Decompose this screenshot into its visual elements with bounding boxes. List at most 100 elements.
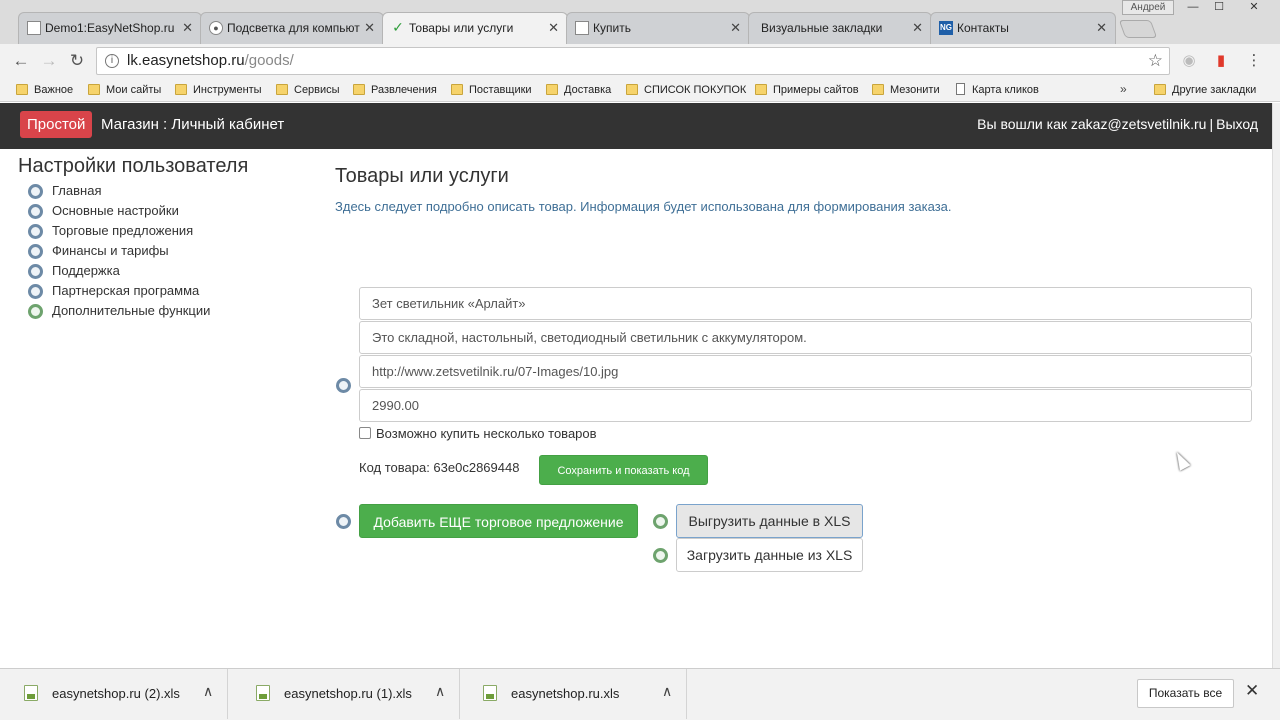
- bookmark-label: Важное: [34, 84, 74, 96]
- download-item[interactable]: easynetshop.ru (1).xls ∧: [232, 669, 460, 719]
- bookmark-label: Мои сайты: [106, 84, 162, 96]
- add-offer-ring-icon[interactable]: [336, 514, 351, 529]
- price-input[interactable]: [359, 389, 1252, 422]
- sidebar-item-basic-settings[interactable]: Основные настройки: [28, 202, 179, 220]
- sidebar-item-support[interactable]: Поддержка: [28, 262, 120, 280]
- bookmark-folder[interactable]: Развлечения: [353, 82, 437, 98]
- export-xls-button[interactable]: Выгрузить данные в XLS: [676, 504, 863, 538]
- bookmark-folder[interactable]: Инструменты: [175, 82, 262, 98]
- download-name: easynetshop.ru (2).xls: [52, 686, 180, 701]
- bookmark-folder[interactable]: Примеры сайтов: [755, 82, 859, 98]
- profile-button[interactable]: Андрей: [1122, 0, 1174, 15]
- extension-icon[interactable]: ◉: [1178, 50, 1200, 72]
- folder-icon: [546, 84, 558, 95]
- star-icon[interactable]: ☆: [1148, 48, 1163, 74]
- chevron-up-icon[interactable]: ∧: [203, 683, 213, 700]
- close-icon[interactable]: ✕: [182, 13, 193, 43]
- bookmarks-bar: Важное Мои сайты Инструменты Сервисы Раз…: [0, 78, 1280, 102]
- tab-visual-bookmarks[interactable]: Визуальные закладки ✕: [748, 12, 932, 44]
- ring-icon: [28, 244, 43, 259]
- folder-icon: [1154, 84, 1166, 95]
- close-icon[interactable]: ✕: [1245, 681, 1259, 701]
- chevron-up-icon[interactable]: ∧: [662, 683, 672, 700]
- tab-kupit[interactable]: Купить ✕: [566, 12, 750, 44]
- bookmark-folder[interactable]: Важное: [16, 82, 73, 98]
- more-bookmarks-icon[interactable]: »: [1120, 82, 1127, 96]
- ring-icon: [28, 184, 43, 199]
- download-name: easynetshop.ru (1).xls: [284, 686, 412, 701]
- forward-icon[interactable]: →: [38, 50, 60, 72]
- tab-goods[interactable]: ✓ Товары или услуги ✕: [382, 12, 568, 44]
- ring-icon: [28, 304, 43, 319]
- sidebar-item-main[interactable]: Главная: [28, 182, 101, 200]
- login-text: Вы вошли как zakaz@zetsvetilnik.ru: [977, 116, 1207, 132]
- ng-icon: NG: [939, 21, 953, 35]
- product-description-input[interactable]: [359, 321, 1252, 354]
- bookmark-label: Доставка: [564, 84, 612, 96]
- bookmark-folder[interactable]: Сервисы: [276, 82, 340, 98]
- page-icon: [27, 21, 41, 35]
- page-scrollbar[interactable]: [1272, 103, 1280, 668]
- minimize-icon[interactable]: —: [1180, 0, 1206, 15]
- multi-buy-checkbox[interactable]: [359, 427, 371, 439]
- bookmark-folder[interactable]: Мои сайты: [88, 82, 161, 98]
- download-item[interactable]: easynetshop.ru.xls ∧: [459, 669, 687, 719]
- maximize-icon[interactable]: ☐: [1206, 0, 1232, 15]
- close-icon[interactable]: ✕: [1096, 13, 1107, 43]
- sidebar-item-label: Главная: [52, 183, 102, 198]
- bookmark-label: Примеры сайтов: [773, 84, 859, 96]
- close-icon[interactable]: ✕: [364, 13, 375, 43]
- bookmark-folder[interactable]: Доставка: [546, 82, 611, 98]
- export-ring-icon[interactable]: [653, 514, 668, 529]
- multi-buy-checkbox-row[interactable]: Возможно купить несколько товаров: [359, 426, 597, 442]
- bookmark-folder[interactable]: Поставщики: [451, 82, 532, 98]
- new-tab-button[interactable]: [1118, 20, 1158, 38]
- other-bookmarks[interactable]: Другие закладки: [1154, 82, 1256, 98]
- info-icon[interactable]: i: [105, 54, 119, 68]
- tab-podsvetka[interactable]: ● Подсветка для компьют ✕: [200, 12, 384, 44]
- bookmark-folder[interactable]: СПИСОК ПОКУПОК: [626, 82, 746, 98]
- show-all-downloads-button[interactable]: Показать все: [1137, 679, 1234, 708]
- close-icon[interactable]: ✕: [912, 13, 923, 43]
- sidebar-item-extra[interactable]: Дополнительные функции: [28, 302, 210, 320]
- download-item[interactable]: easynetshop.ru (2).xls ∧: [0, 669, 228, 719]
- bookmark-folder[interactable]: Мезонити: [872, 82, 940, 98]
- product-name-input[interactable]: [359, 287, 1252, 320]
- account-icon: ●: [209, 21, 223, 35]
- menu-icon[interactable]: ⋮: [1243, 50, 1265, 72]
- window-close-icon[interactable]: ✕: [1236, 0, 1272, 15]
- tab-demo1[interactable]: Demo1:EasyNetShop.ru ✕: [18, 12, 202, 44]
- brand-title[interactable]: Магазин : Личный кабинет: [101, 111, 284, 138]
- url-domain: lk.easynetshop.ru: [127, 52, 245, 69]
- offer-ring-icon[interactable]: [336, 378, 351, 393]
- reload-icon[interactable]: ↻: [66, 50, 88, 72]
- add-offer-button[interactable]: Добавить ЕЩЕ торговое предложение: [359, 504, 638, 538]
- close-icon[interactable]: ✕: [730, 13, 741, 43]
- bookmark-label: Мезонити: [890, 84, 940, 96]
- save-code-button[interactable]: Сохранить и показать код: [539, 455, 708, 485]
- sidebar-item-finance[interactable]: Финансы и тарифы: [28, 242, 169, 260]
- tab-label: Купить: [593, 21, 631, 35]
- bookmark-flag-icon[interactable]: ▮: [1210, 50, 1232, 72]
- back-icon[interactable]: ←: [10, 50, 32, 72]
- page-title: Товары или услуги: [335, 165, 509, 187]
- bookmark-label: Карта кликов: [972, 84, 1039, 96]
- xls-file-icon: [483, 685, 497, 701]
- address-bar[interactable]: i lk.easynetshop.ru/goods/ ☆: [96, 47, 1170, 75]
- ring-icon: [28, 224, 43, 239]
- bookmark-page[interactable]: Карта кликов: [954, 82, 1039, 98]
- bookmark-label: Поставщики: [469, 84, 532, 96]
- close-icon[interactable]: ✕: [548, 13, 559, 43]
- tab-label: Demo1:EasyNetShop.ru: [45, 21, 175, 35]
- logout-link[interactable]: Выход: [1216, 116, 1258, 132]
- page-icon: [575, 21, 589, 35]
- tab-contacts[interactable]: NG Контакты ✕: [930, 12, 1116, 44]
- import-ring-icon[interactable]: [653, 548, 668, 563]
- image-url-input[interactable]: [359, 355, 1252, 388]
- brand-badge[interactable]: Простой: [20, 111, 93, 138]
- folder-icon: [451, 84, 463, 95]
- import-xls-button[interactable]: Загрузить данные из XLS: [676, 538, 863, 572]
- chevron-up-icon[interactable]: ∧: [435, 683, 445, 700]
- sidebar-item-partner[interactable]: Партнерская программа: [28, 282, 199, 300]
- sidebar-item-offers[interactable]: Торговые предложения: [28, 222, 193, 240]
